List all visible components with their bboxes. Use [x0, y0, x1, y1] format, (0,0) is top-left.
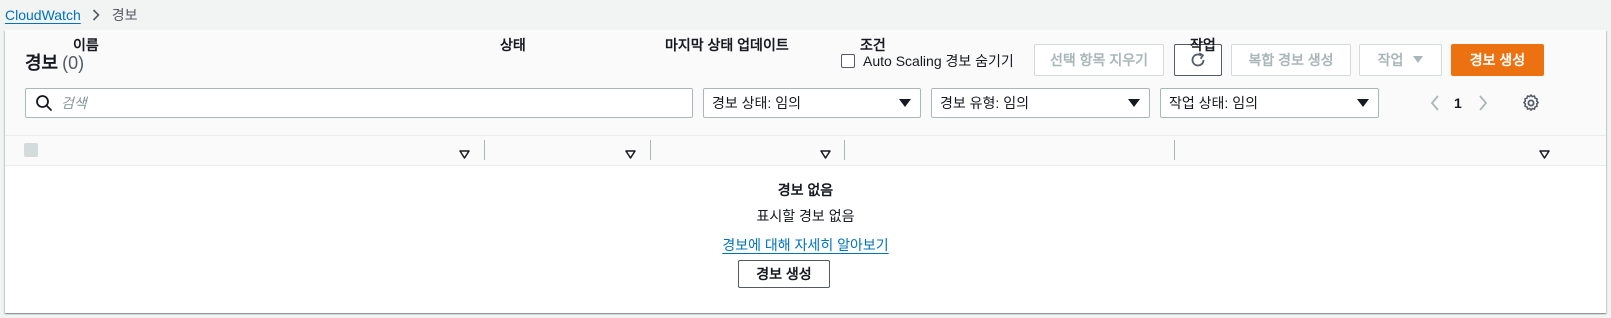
alarm-state-select[interactable]: 경보 상태: 임의 [703, 88, 921, 118]
page-number[interactable]: 1 [1454, 95, 1462, 111]
actions-dropdown-button[interactable]: 작업 [1359, 44, 1442, 76]
column-header-conditions[interactable]: 조건 [860, 30, 886, 60]
table-header [5, 136, 1606, 166]
caret-down-icon [1357, 98, 1369, 108]
alarms-panel: 경보 (0) Auto Scaling 경보 숨기기 선택 항목 지우기 복합 경… [5, 30, 1606, 313]
actions-label: 작업 [1377, 52, 1404, 68]
clear-selection-button[interactable]: 선택 항목 지우기 [1034, 44, 1164, 76]
sort-icon[interactable] [459, 146, 470, 162]
chevron-left-icon[interactable] [1430, 95, 1440, 111]
select-all-checkbox[interactable] [24, 143, 38, 157]
column-header-actions[interactable]: 작업 [1190, 30, 1216, 60]
column-header-state[interactable]: 상태 [500, 30, 526, 60]
page-title-text: 경보 [25, 53, 59, 73]
column-header-name[interactable]: 이름 [73, 30, 99, 60]
column-divider[interactable] [650, 140, 651, 160]
caret-down-icon [1128, 98, 1140, 108]
sort-icon[interactable] [820, 146, 831, 162]
action-state-select[interactable]: 작업 상태: 임의 [1160, 88, 1379, 118]
alarm-state-value: 경보 상태: 임의 [712, 95, 801, 111]
column-divider[interactable] [844, 140, 845, 160]
breadcrumb-cloudwatch-link[interactable]: CloudWatch [5, 7, 81, 23]
caret-down-icon [1413, 56, 1424, 64]
caret-down-icon [899, 98, 911, 108]
breadcrumb-current: 경보 [111, 7, 138, 23]
empty-state-title: 경보 없음 [777, 182, 834, 198]
alarm-type-select[interactable]: 경보 유형: 임의 [931, 88, 1150, 118]
empty-state-link-row: 경보에 대해 자세히 알아보기 [5, 235, 1606, 255]
column-divider[interactable] [1174, 140, 1175, 160]
breadcrumb: CloudWatch 경보 [5, 4, 138, 26]
search-input[interactable] [61, 95, 661, 111]
hide-autoscaling-checkbox[interactable] [841, 54, 855, 68]
learn-more-link[interactable]: 경보에 대해 자세히 알아보기 [722, 237, 888, 253]
sort-icon[interactable] [625, 146, 636, 162]
create-alarm-button[interactable]: 경보 생성 [1451, 44, 1544, 76]
empty-state-description: 표시할 경보 없음 [756, 208, 855, 224]
search-icon [35, 94, 53, 112]
create-composite-alarm-button[interactable]: 복합 경보 생성 [1231, 44, 1351, 76]
empty-create-alarm-button[interactable]: 경보 생성 [738, 260, 830, 288]
gear-icon[interactable] [1522, 94, 1540, 112]
chevron-right-icon [92, 9, 100, 21]
action-state-value: 작업 상태: 임의 [1169, 95, 1258, 111]
chevron-right-icon[interactable] [1478, 95, 1488, 111]
sort-icon[interactable] [1539, 146, 1550, 162]
column-header-last-state-update[interactable]: 마지막 상태 업데이트 [665, 30, 789, 60]
search-box[interactable] [25, 88, 693, 118]
pagination: 1 [1430, 88, 1488, 118]
alarm-type-value: 경보 유형: 임의 [940, 95, 1029, 111]
column-divider[interactable] [484, 140, 485, 160]
